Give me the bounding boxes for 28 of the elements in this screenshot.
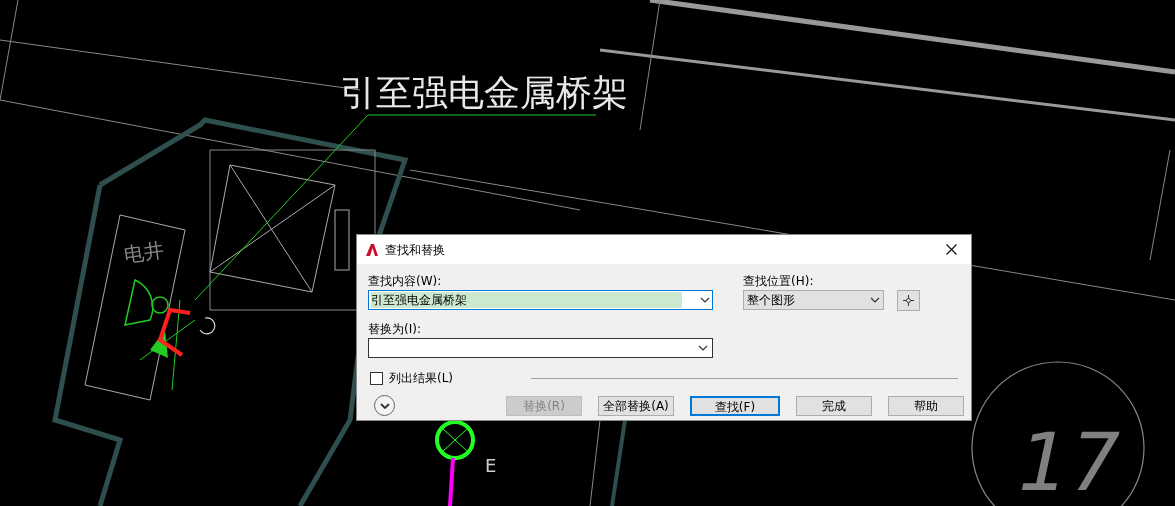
- chevron-down-icon: [870, 297, 880, 303]
- find-what-field[interactable]: 引至强电金属桥架: [368, 290, 713, 310]
- look-in-dropdown[interactable]: 整个图形: [743, 290, 884, 310]
- find-what-value: 引至强电金属桥架: [371, 292, 682, 308]
- app-logo-icon: [365, 242, 379, 257]
- replace-with-label: 替换为(I):: [368, 321, 422, 337]
- chevron-down-icon: [700, 297, 710, 303]
- expand-options-button[interactable]: [374, 395, 395, 416]
- crosshair-icon: [903, 295, 914, 306]
- dialog-button[interactable]: 全部替换(A): [598, 395, 674, 416]
- look-in-value: 整个图形: [747, 292, 795, 309]
- chevron-down-icon: [379, 402, 390, 409]
- list-results-label: 列出结果(L): [389, 370, 454, 387]
- grid-marker-number: 17: [1008, 415, 1130, 506]
- leader-label: 引至强电金属桥架: [340, 72, 628, 113]
- axis-letter: E: [485, 455, 497, 476]
- dialog-title: 查找和替换: [385, 241, 445, 259]
- chevron-down-icon: [698, 345, 708, 351]
- pick-point-button[interactable]: [897, 290, 920, 311]
- room-label: 电井: [122, 237, 166, 267]
- replace-with-field[interactable]: [368, 338, 713, 358]
- close-icon: [945, 244, 957, 255]
- find-what-label: 查找内容(W):: [368, 273, 443, 289]
- dialog-button[interactable]: 帮助: [888, 395, 964, 416]
- look-in-label: 查找位置(H):: [743, 273, 815, 289]
- dialog-button[interactable]: 查找(F): [690, 395, 780, 416]
- list-results-checkbox[interactable]: [370, 371, 383, 385]
- dialog-button[interactable]: 完成: [796, 395, 872, 416]
